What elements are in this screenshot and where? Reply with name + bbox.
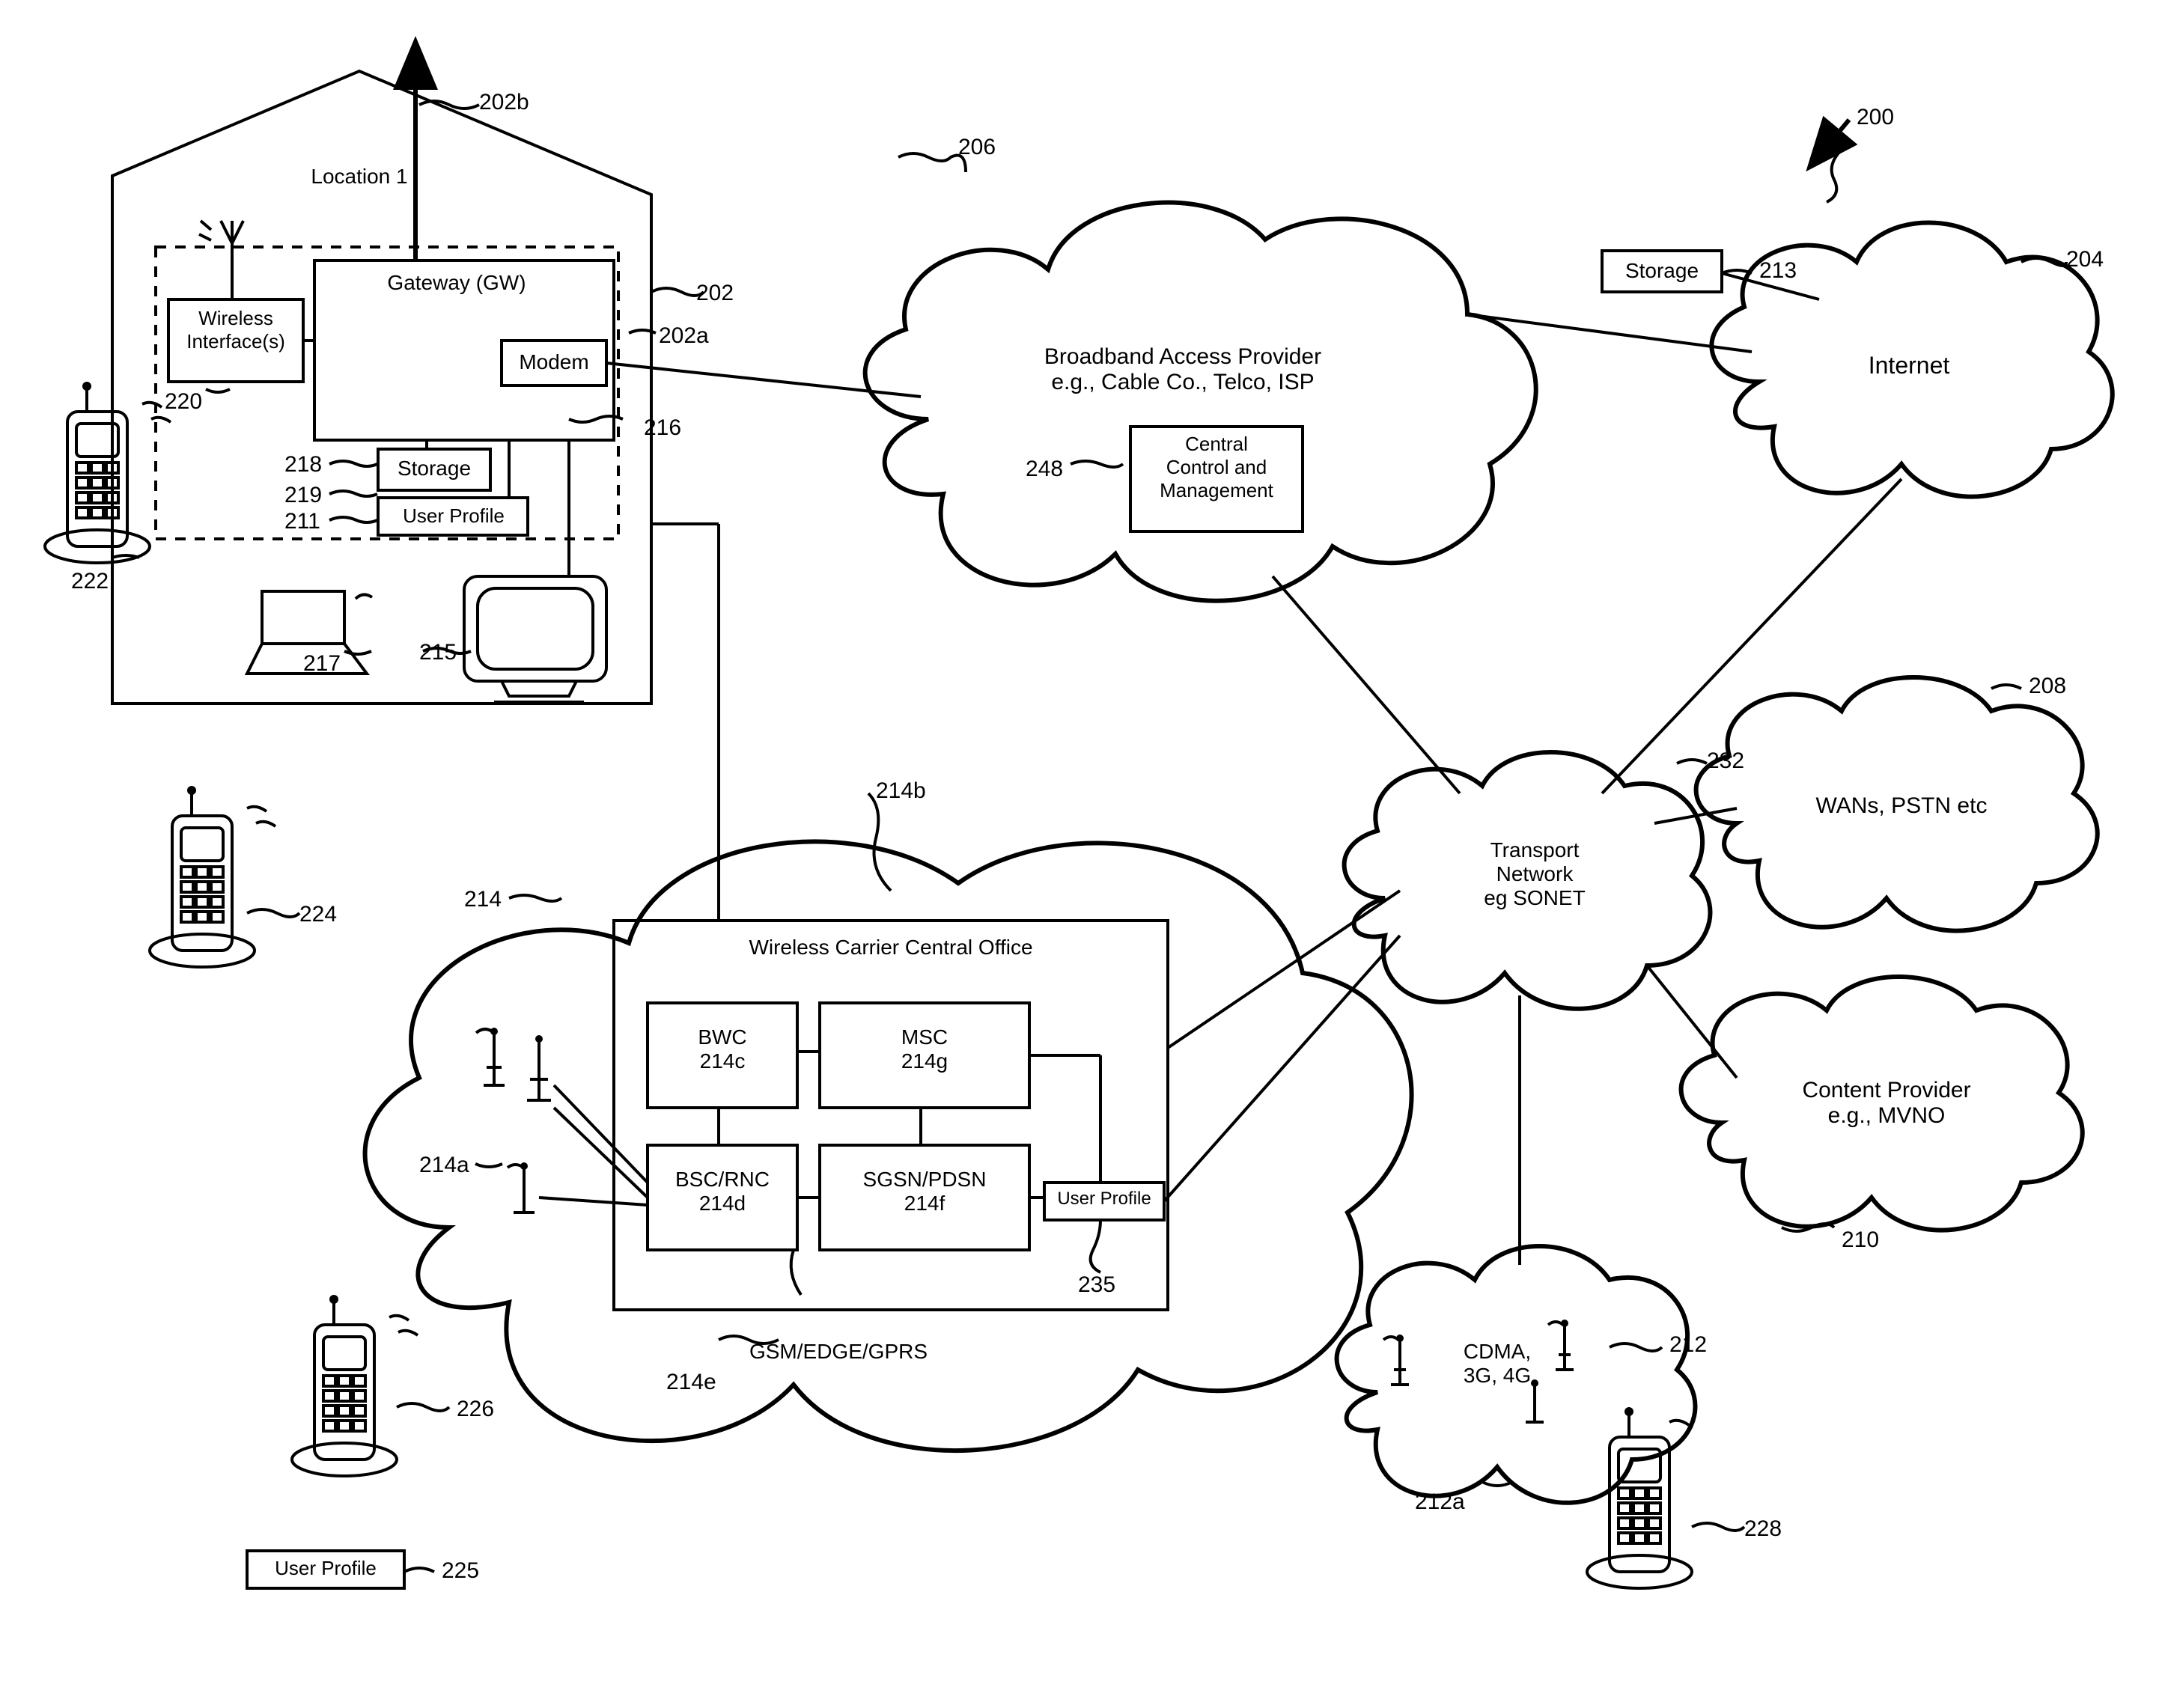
ref-226: 226 [457, 1397, 494, 1422]
ref-208: 208 [2029, 674, 2066, 699]
ref-222: 222 [71, 569, 109, 594]
gw-storage-label: Storage [382, 457, 487, 481]
ref-214e: 214e [666, 1370, 716, 1395]
sgsn-pdsn-label: SGSN/PDSN 214f [823, 1168, 1026, 1216]
ref-212: 212 [1669, 1332, 1707, 1358]
broadband-title: Broadband Access Provider e.g., Cable Co… [996, 344, 1370, 395]
ref-214b: 214b [876, 778, 926, 804]
bsc-rnc-label: BSC/RNC 214d [651, 1168, 794, 1216]
ref-211: 211 [284, 509, 320, 534]
ref-210: 210 [1842, 1227, 1879, 1253]
gw-userprofile-label: User Profile [383, 504, 524, 528]
modem-label: Modem [508, 350, 600, 374]
ref-215: 215 [419, 640, 457, 665]
ref-202: 202 [696, 281, 734, 306]
ref-213: 213 [1759, 258, 1797, 284]
ref-202a: 202a [659, 323, 709, 349]
ref-224: 224 [299, 902, 337, 927]
ref-248: 248 [1026, 457, 1063, 482]
ref-206: 206 [958, 135, 996, 160]
ref-214a: 214a [419, 1153, 469, 1178]
ref-219: 219 [284, 483, 322, 508]
wireless-interfaces-label: Wireless Interface(s) [172, 307, 299, 353]
ref-218: 218 [284, 452, 322, 478]
transport-network-label: Transport Network eg SONET [1452, 838, 1617, 910]
ref-202b: 202b [479, 90, 529, 115]
ref-212a: 212a [1415, 1489, 1465, 1515]
ref-235: 235 [1078, 1272, 1115, 1298]
ref-214: 214 [464, 887, 502, 912]
content-provider-label: Content Provider e.g., MVNO [1759, 1078, 2014, 1129]
gsm-edge-label: GSM/EDGE/GPRS [719, 1340, 958, 1364]
ref-216: 216 [644, 415, 681, 441]
gateway-label: Gateway (GW) [374, 271, 539, 295]
msc-label: MSC 214g [823, 1025, 1026, 1073]
internet-label: Internet [1834, 352, 1984, 379]
ref-204: 204 [2066, 247, 2104, 272]
storage-box-label: Storage [1608, 259, 1716, 283]
ref-225: 225 [442, 1558, 479, 1584]
bottom-userprofile-label: User Profile [255, 1557, 397, 1580]
cdma-label: CDMA, 3G, 4G [1437, 1340, 1557, 1388]
ref-217: 217 [303, 651, 341, 677]
carrier-userprofile-label: User Profile [1048, 1189, 1160, 1210]
bwc-label: BWC 214c [651, 1025, 794, 1073]
ref-232: 232 [1707, 748, 1744, 774]
wireless-carrier-title: Wireless Carrier Central Office [659, 936, 1123, 960]
ref-200: 200 [1857, 105, 1894, 130]
wans-pstn-label: WANs, PSTN etc [1774, 793, 2029, 819]
ref-228: 228 [1744, 1516, 1782, 1542]
location-title: Location 1 [270, 165, 449, 189]
ref-220: 220 [165, 389, 202, 415]
central-control-label: Central Control and Management [1138, 433, 1295, 502]
